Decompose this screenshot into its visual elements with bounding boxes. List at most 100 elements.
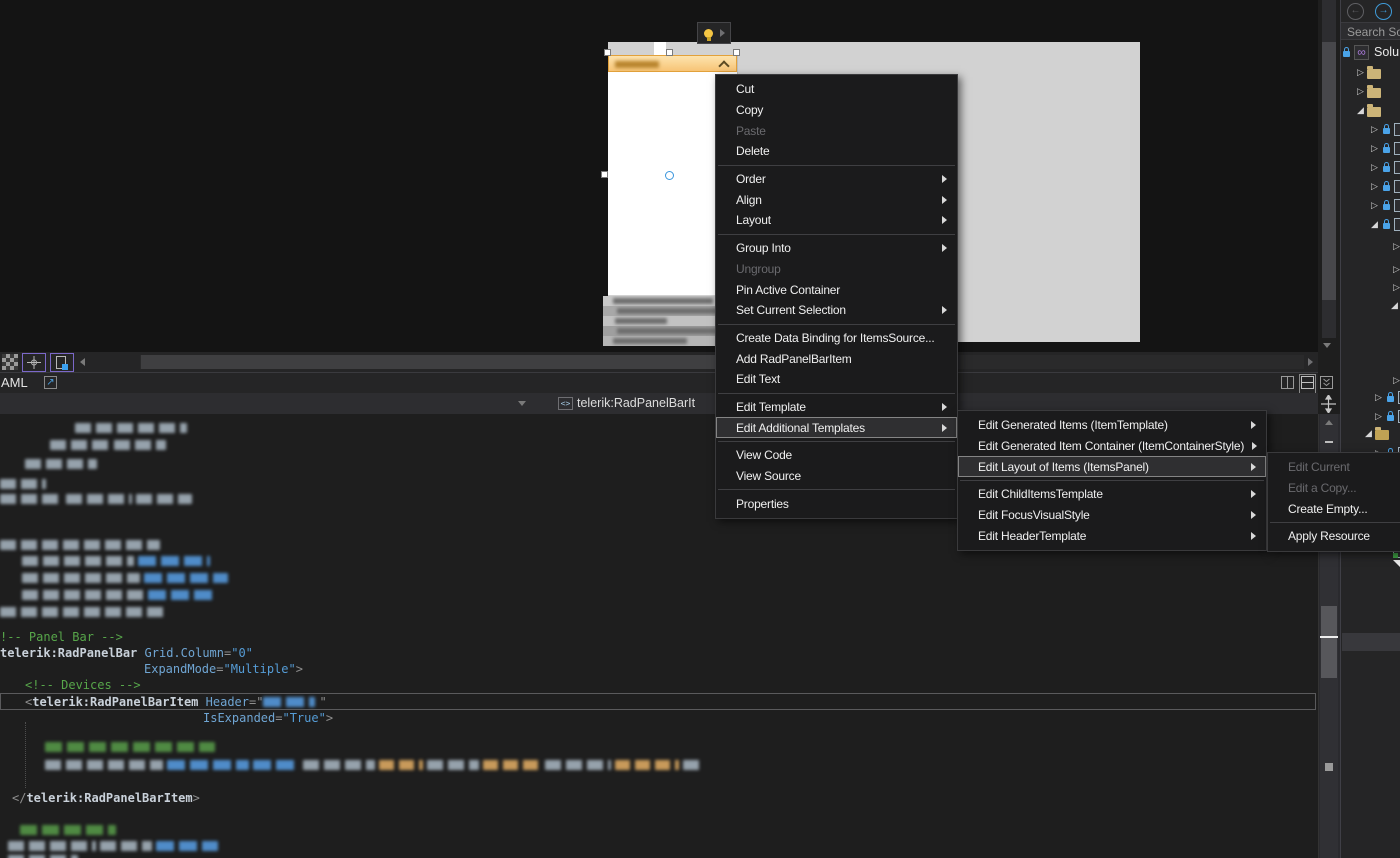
expander-expanded-icon[interactable]: ◢: [1357, 105, 1367, 116]
context-menu-item-set-current-selection[interactable]: Set Current Selection: [716, 300, 957, 321]
tree-row[interactable]: ∞Solu: [1341, 43, 1400, 61]
expander-collapsed-icon[interactable]: ▷: [1371, 124, 1381, 135]
templates-submenu-item-edit-focusvisualstyle[interactable]: Edit FocusVisualStyle: [958, 505, 1266, 526]
expander-collapsed-icon[interactable]: ▷: [1375, 411, 1385, 422]
redacted-code: [379, 760, 423, 770]
expander-collapsed-icon[interactable]: ▷: [1371, 162, 1381, 173]
breadcrumb-dropdown-icon[interactable]: [518, 401, 526, 406]
context-menu-item-copy[interactable]: Copy: [716, 100, 957, 121]
menu-item-label: View Code: [736, 448, 947, 462]
submenu-arrow-icon: [942, 306, 947, 314]
expander-collapsed-icon[interactable]: ▷: [1393, 282, 1400, 293]
context-menu-item-create-data-binding-for-itemssource[interactable]: Create Data Binding for ItemsSource...: [716, 328, 957, 349]
context-menu-item-layout[interactable]: Layout: [716, 210, 957, 231]
forward-icon[interactable]: →: [1375, 3, 1392, 20]
hscrollbar-thumb[interactable]: [141, 355, 741, 369]
expander-collapsed-icon[interactable]: ▷: [1393, 264, 1400, 275]
selection-handle[interactable]: [666, 49, 673, 56]
tree-row[interactable]: ◢: [1341, 424, 1400, 442]
context-menu-item-group-into[interactable]: Group Into: [716, 238, 957, 259]
redacted-code: [156, 841, 218, 851]
tree-row[interactable]: ◢: [1341, 296, 1400, 314]
xaml-designer-pane[interactable]: [0, 0, 1318, 352]
context-menu-item-cut[interactable]: Cut: [716, 79, 957, 100]
menu-item-label: Edit HeaderTemplate: [978, 529, 1243, 543]
collapse-pane-button[interactable]: [1320, 376, 1333, 394]
popout-icon[interactable]: ↗: [44, 376, 57, 389]
collapse-left-icon[interactable]: [80, 358, 85, 366]
expander-collapsed-icon[interactable]: ▷: [1375, 392, 1385, 403]
search-input[interactable]: Search So: [1341, 22, 1400, 40]
context-menu-item-delete[interactable]: Delete: [716, 141, 957, 162]
tree-row[interactable]: ▷: [1341, 158, 1400, 176]
redacted-code: [75, 423, 187, 433]
submenu-arrow-icon: [942, 175, 947, 183]
expander-collapsed-icon[interactable]: ▷: [1371, 200, 1381, 211]
selection-handle[interactable]: [733, 49, 740, 56]
checker-icon[interactable]: [2, 354, 18, 370]
scroll-right-icon[interactable]: [1308, 358, 1313, 366]
expander-collapsed-icon[interactable]: ▷: [1357, 86, 1367, 97]
context-menu-item-add-radpanelbaritem[interactable]: Add RadPanelBarItem: [716, 348, 957, 369]
selection-handle[interactable]: [601, 171, 608, 178]
tree-row[interactable]: ▷: [1341, 120, 1400, 138]
tree-row[interactable]: ◢: [1341, 215, 1400, 233]
templates-submenu-item-edit-layout-of-items-itemspanel[interactable]: Edit Layout of Items (ItemsPanel): [958, 456, 1266, 477]
snap-grid-button[interactable]: [22, 353, 46, 372]
context-menu-item-edit-additional-templates[interactable]: Edit Additional Templates: [716, 417, 957, 438]
expander-collapsed-icon[interactable]: ▷: [1393, 241, 1400, 252]
resource-submenu-item-create-empty[interactable]: Create Empty...: [1268, 498, 1400, 519]
expander-expanded-icon[interactable]: ◢: [1391, 300, 1400, 311]
expander-expanded-icon[interactable]: ◢: [1371, 219, 1381, 230]
resource-submenu-item-apply-resource[interactable]: Apply Resource: [1268, 526, 1400, 547]
code-token: !-- Panel Bar -->: [0, 630, 123, 644]
quick-actions-button[interactable]: [697, 22, 731, 44]
expander-collapsed-icon[interactable]: ▷: [1357, 67, 1367, 78]
menu-item-label: Align: [736, 193, 934, 207]
editor-vscrollbar-thumb[interactable]: [1321, 606, 1337, 678]
tree-row[interactable]: ▷: [1341, 237, 1400, 255]
tree-row[interactable]: ▷: [1341, 177, 1400, 195]
selection-handle[interactable]: [604, 49, 611, 56]
tree-row[interactable]: ▷: [1341, 63, 1400, 81]
expander-collapsed-icon[interactable]: ▷: [1371, 181, 1381, 192]
context-menu-item-order[interactable]: Order: [716, 169, 957, 190]
expander-collapsed-icon[interactable]: ▷: [1393, 375, 1400, 386]
effects-button[interactable]: [50, 353, 74, 372]
context-menu-item-edit-template[interactable]: Edit Template: [716, 397, 957, 418]
templates-submenu-item-edit-childitemstemplate[interactable]: Edit ChildItemsTemplate: [958, 484, 1266, 505]
context-menu-item-properties[interactable]: Properties: [716, 493, 957, 514]
selected-tree-row[interactable]: [1342, 633, 1400, 651]
tree-row[interactable]: ▷: [1341, 388, 1400, 406]
templates-submenu-item-edit-generated-item-container-itemcontainerstyle[interactable]: Edit Generated Item Container (ItemConta…: [958, 436, 1266, 457]
expander-collapsed-icon[interactable]: ▷: [1371, 143, 1381, 154]
context-menu-item-pin-active-container[interactable]: Pin Active Container: [716, 279, 957, 300]
tree-row[interactable]: ▷: [1341, 278, 1400, 296]
templates-submenu-item-edit-generated-items-itemtemplate[interactable]: Edit Generated Items (ItemTemplate): [958, 415, 1266, 436]
redacted-code: [50, 440, 110, 450]
code-line: [0, 604, 172, 620]
context-menu-separator: [718, 324, 955, 325]
context-menu-item-view-source[interactable]: View Source: [716, 466, 957, 487]
breadcrumb-element[interactable]: telerik:RadPanelBarIt: [577, 396, 695, 410]
tree-row[interactable]: ▷: [1341, 82, 1400, 100]
tab-xaml[interactable]: AML: [1, 375, 28, 390]
expander-expanded-icon[interactable]: ◢: [1365, 428, 1375, 439]
radpanelbaritem-header[interactable]: [608, 55, 737, 72]
tree-row[interactable]: ◢: [1341, 101, 1400, 119]
scroll-up-icon[interactable]: [1325, 420, 1333, 425]
redacted-code: [303, 760, 341, 770]
tree-row[interactable]: ▷: [1341, 139, 1400, 157]
templates-submenu-item-edit-headertemplate[interactable]: Edit HeaderTemplate: [958, 525, 1266, 546]
vertical-split-button[interactable]: [1281, 376, 1294, 394]
scroll-down-icon[interactable]: [1323, 343, 1331, 348]
tree-row[interactable]: ▷: [1341, 407, 1400, 425]
tree-row[interactable]: ▷: [1341, 196, 1400, 214]
designer-vscrollbar-thumb[interactable]: [1322, 42, 1336, 300]
tree-row[interactable]: ▷: [1341, 260, 1400, 278]
context-menu-item-edit-text[interactable]: Edit Text: [716, 369, 957, 390]
tree-row[interactable]: ▷: [1341, 371, 1400, 389]
context-menu-item-align[interactable]: Align: [716, 189, 957, 210]
context-menu-item-view-code[interactable]: View Code: [716, 445, 957, 466]
code-line: telerik:RadPanelBar Grid.Column="0": [0, 645, 253, 661]
